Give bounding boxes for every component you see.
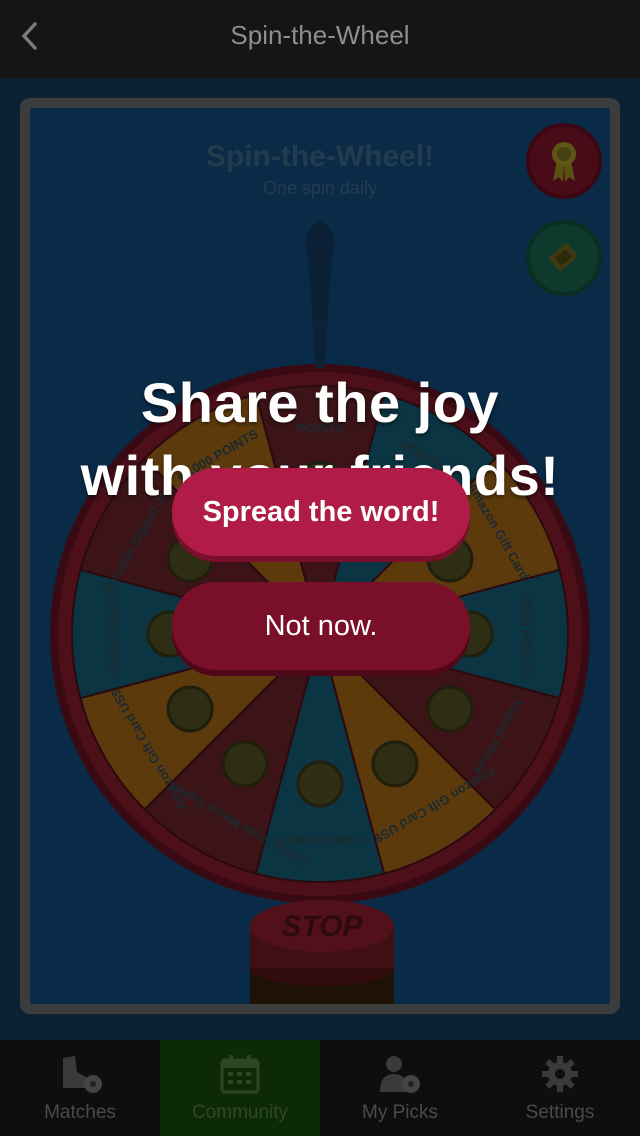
tab-my-picks[interactable]: My Picks (320, 1040, 480, 1136)
tickets-button[interactable] (526, 220, 602, 296)
prize-coin-icon (296, 760, 344, 808)
soccer-shoe-icon (56, 1052, 104, 1096)
spin-wheel-panel: POINTS POINTS Amazon Gift Card +3000 POINTS… (30, 108, 610, 1004)
tab-label: Community (191, 1102, 289, 1123)
gear-icon (536, 1052, 584, 1096)
user-ball-icon (376, 1052, 424, 1096)
prize-coin-icon (426, 685, 474, 733)
prize-coin-icon (221, 740, 269, 788)
prize-coin-icon (166, 685, 214, 733)
rewards-button[interactable] (526, 123, 602, 199)
main-content: POINTS POINTS Amazon Gift Card +3000 POINTS… (0, 78, 640, 1040)
prize-wheel[interactable]: POINTSPOINTSAmazon Gift Card+3000 POINTS… (30, 108, 610, 1004)
award-ribbon-icon (552, 142, 576, 182)
prize-coin-icon (371, 740, 419, 788)
card-title: Spin-the-Wheel! (205, 140, 435, 173)
spin-wheel-card: POINTS POINTS Amazon Gift Card +3000 POINTS… (20, 98, 620, 1014)
tab-label: Matches (44, 1102, 116, 1123)
stop-button-label: STOP (281, 910, 363, 943)
wheel-segment-label: +3000 POINTS (106, 589, 121, 678)
spread-the-word-button[interactable]: Spread the word! (172, 468, 470, 556)
page-title: Spin-the-Wheel (230, 20, 410, 50)
wheel-segment-label: +3000 POINTS (519, 590, 534, 679)
wheel-pointer (306, 220, 334, 368)
tab-label: My Picks (362, 1102, 438, 1123)
tab-settings[interactable]: Settings (480, 1040, 640, 1136)
calendar-icon (216, 1052, 264, 1096)
tab-matches[interactable]: Matches (0, 1040, 160, 1136)
share-heading-line-1: Share the joy (140, 371, 500, 434)
stop-button[interactable]: STOP (236, 898, 408, 1004)
not-now-button[interactable]: Not now. (172, 582, 470, 670)
card-subtitle: One spin daily (262, 178, 378, 198)
tab-community[interactable]: Community (160, 1040, 320, 1136)
bottom-tab-bar: Matches Community My Picks Settings (0, 1040, 640, 1136)
ticket-icon (549, 243, 578, 272)
tab-label: Settings (525, 1102, 595, 1123)
top-navigation-bar: Spin-the-Wheel (0, 0, 640, 78)
